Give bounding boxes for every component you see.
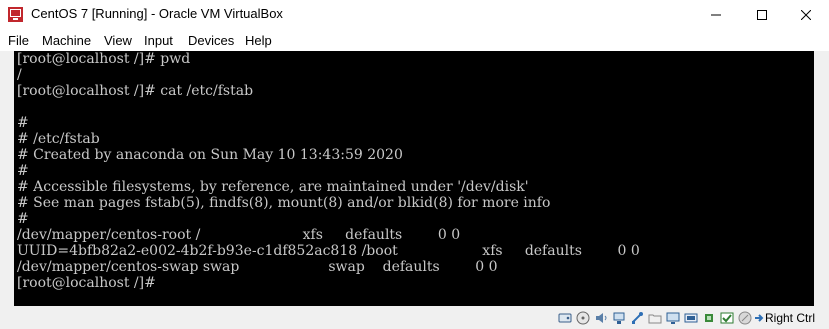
console-line: # See man pages fstab(5), findfs(8), mou… — [17, 195, 551, 211]
vm-console-screen[interactable]: [root@localhost /]# pwd / [root@localhos… — [14, 51, 814, 306]
host-key-arrow-icon — [755, 314, 764, 322]
console-line: # /etc/fstab — [17, 131, 100, 147]
mouse-integration-icon[interactable] — [738, 311, 752, 325]
hard-disk-icon[interactable] — [558, 311, 572, 325]
optical-drive-icon[interactable] — [576, 311, 590, 325]
minimize-button[interactable] — [693, 0, 739, 29]
close-icon — [801, 9, 811, 20]
console-line: [root@localhost /]# pwd — [17, 51, 191, 67]
cpu-icon[interactable] — [702, 311, 716, 325]
console-line: # — [17, 211, 29, 227]
status-bar: Right Ctrl — [0, 306, 829, 329]
close-button[interactable] — [783, 0, 829, 29]
console-line: [root@localhost /]# cat /etc/fstab — [17, 83, 254, 99]
menu-file[interactable]: File — [8, 33, 29, 48]
window-title: CentOS 7 [Running] - Oracle VM VirtualBo… — [31, 6, 283, 21]
display-icon[interactable] — [666, 311, 680, 325]
console-line: / — [17, 67, 22, 83]
console-line: [root@localhost /]# — [17, 275, 156, 291]
menu-bar: File Machine View Input Devices Help — [0, 29, 829, 51]
console-line: /dev/mapper/centos-root / xfs defaults 0… — [17, 227, 461, 243]
menu-devices[interactable]: Devices — [188, 33, 234, 48]
menu-view[interactable]: View — [104, 33, 132, 48]
console-line: # — [17, 163, 29, 179]
maximize-button[interactable] — [739, 0, 785, 29]
shared-folders-icon[interactable] — [648, 311, 662, 325]
title-bar: CentOS 7 [Running] - Oracle VM VirtualBo… — [0, 0, 829, 29]
network-icon[interactable] — [612, 311, 626, 325]
menu-help[interactable]: Help — [245, 33, 272, 48]
maximize-icon — [757, 9, 767, 20]
audio-icon[interactable] — [594, 311, 608, 325]
console-line: # — [17, 115, 29, 131]
console-line: # Accessible filesystems, by reference, … — [17, 179, 529, 195]
keyboard-capture-icon[interactable] — [720, 311, 734, 325]
host-key-label: Right Ctrl — [765, 311, 816, 325]
recording-icon[interactable] — [684, 311, 698, 325]
usb-icon[interactable] — [630, 311, 644, 325]
console-line: /dev/mapper/centos-swap swap swap defaul… — [17, 259, 498, 275]
virtualbox-app-icon — [8, 7, 23, 22]
console-line: UUID=4bfb82a2-e002-4b2f-b93e-c1df852ac81… — [17, 243, 640, 259]
menu-input[interactable]: Input — [144, 33, 173, 48]
menu-machine[interactable]: Machine — [42, 33, 91, 48]
console-line: # Created by anaconda on Sun May 10 13:4… — [17, 147, 403, 163]
minimize-icon — [711, 14, 721, 15]
